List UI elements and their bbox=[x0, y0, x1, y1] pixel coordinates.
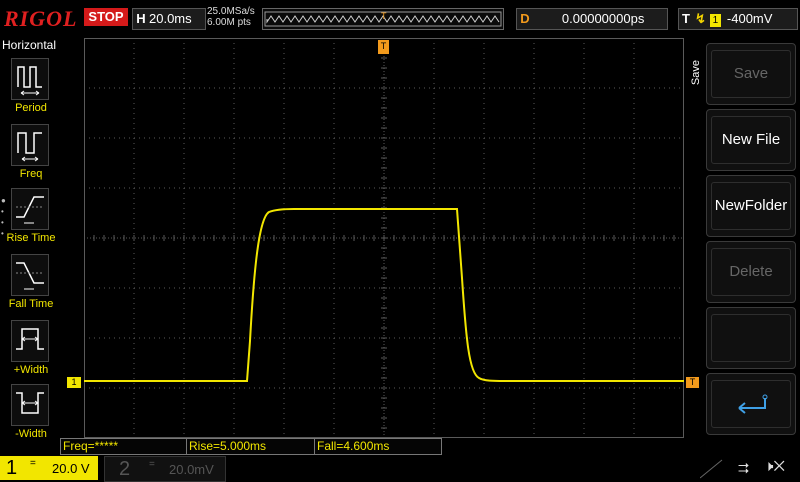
channel-2-number: 2 bbox=[119, 458, 131, 480]
acquisition-info: 25.0MSa/s 6.00M pts bbox=[207, 6, 255, 28]
trigger-edge-icon: ↯ bbox=[695, 11, 706, 26]
return-arrow-icon bbox=[738, 394, 768, 414]
run-stop-status[interactable]: STOP bbox=[84, 8, 128, 26]
horizontal-measure-panel: Horizontal Period Freq Rise Time Fall Ti… bbox=[0, 36, 62, 456]
frequency-icon bbox=[11, 124, 49, 166]
channel-1-coupling: = bbox=[30, 458, 36, 469]
usb-icon: ⮆ bbox=[738, 460, 750, 476]
brand-logo: RIGOL bbox=[4, 6, 78, 31]
memory-depth: 6.00M pts bbox=[207, 17, 251, 28]
horizontal-key: H bbox=[136, 11, 146, 26]
channel-2-box[interactable]: 2 = 20.0mV bbox=[104, 456, 226, 482]
trigger-level: -400mV bbox=[726, 11, 773, 26]
ch1-offset-marker[interactable]: 1 bbox=[67, 377, 81, 388]
save-menu-title: Save bbox=[690, 60, 702, 86]
new-folder-button[interactable]: NewFolder bbox=[706, 175, 796, 237]
measure-rise-time[interactable]: Rise Time bbox=[0, 188, 62, 250]
delay-box[interactable]: D 0.00000000ps bbox=[516, 8, 668, 30]
status-icons bbox=[700, 456, 800, 480]
trigger-source: 1 bbox=[709, 14, 721, 27]
measure-positive-width-label: +Width bbox=[13, 364, 49, 376]
measure-positive-width[interactable]: +Width bbox=[0, 320, 62, 382]
period-icon bbox=[11, 58, 49, 100]
channel-1-number: 1 bbox=[6, 457, 18, 479]
ch1-waveform bbox=[84, 208, 684, 382]
rise-time-icon bbox=[11, 188, 49, 230]
channel-2-scale: 20.0mV bbox=[169, 462, 214, 477]
measure-freq-label: Freq bbox=[19, 168, 43, 180]
memory-overview-window: T bbox=[262, 8, 504, 30]
timebase-value: 20.0ms bbox=[149, 11, 192, 26]
memory-trigger-marker: T bbox=[381, 11, 387, 21]
channel-1-box[interactable]: 1 = 20.0 V bbox=[0, 456, 98, 480]
channel-2-coupling: = bbox=[149, 459, 155, 470]
trigger-position-marker[interactable]: T bbox=[378, 40, 389, 54]
measurement-rise: Rise=5.000ms bbox=[186, 438, 316, 455]
save-button[interactable]: Save bbox=[706, 43, 796, 105]
trigger-box[interactable]: T ↯ 1 -400mV bbox=[678, 8, 798, 30]
waveform-display[interactable] bbox=[84, 38, 684, 438]
fall-time-icon bbox=[11, 254, 49, 296]
measurement-fall: Fall=4.600ms bbox=[314, 438, 442, 455]
delay-value: 0.00000000ps bbox=[561, 11, 645, 26]
graticule-grid bbox=[84, 38, 684, 438]
sample-rate: 25.0MSa/s bbox=[207, 6, 255, 17]
measurement-freq: Freq=***** bbox=[60, 438, 188, 455]
measure-negative-width[interactable]: -Width bbox=[0, 384, 62, 446]
measure-fall-time-label: Fall Time bbox=[8, 298, 54, 310]
negative-width-icon bbox=[11, 384, 49, 426]
measure-period-label: Period bbox=[15, 102, 47, 114]
measure-negative-width-label: -Width bbox=[15, 428, 47, 440]
trigger-key: T bbox=[682, 11, 690, 26]
horizontal-timebase-box[interactable]: H 20.0ms bbox=[132, 8, 206, 30]
menu-page-dots: ● • • • bbox=[1, 196, 6, 238]
return-button[interactable] bbox=[706, 373, 796, 435]
blank-menu-slot bbox=[706, 307, 796, 369]
measure-freq[interactable]: Freq bbox=[0, 124, 62, 186]
measure-rise-time-label: Rise Time bbox=[6, 232, 56, 244]
speaker-muted-icon[interactable]: 🕨✕ bbox=[764, 458, 785, 475]
positive-width-icon bbox=[11, 320, 49, 362]
new-file-button[interactable]: New File bbox=[706, 109, 796, 171]
measure-panel-title: Horizontal bbox=[2, 38, 57, 52]
measure-fall-time[interactable]: Fall Time bbox=[0, 254, 62, 316]
measure-period[interactable]: Period bbox=[0, 58, 62, 120]
delay-key: D bbox=[520, 11, 530, 26]
channel-1-scale: 20.0 V bbox=[52, 461, 90, 476]
delete-button[interactable]: Delete bbox=[706, 241, 796, 303]
